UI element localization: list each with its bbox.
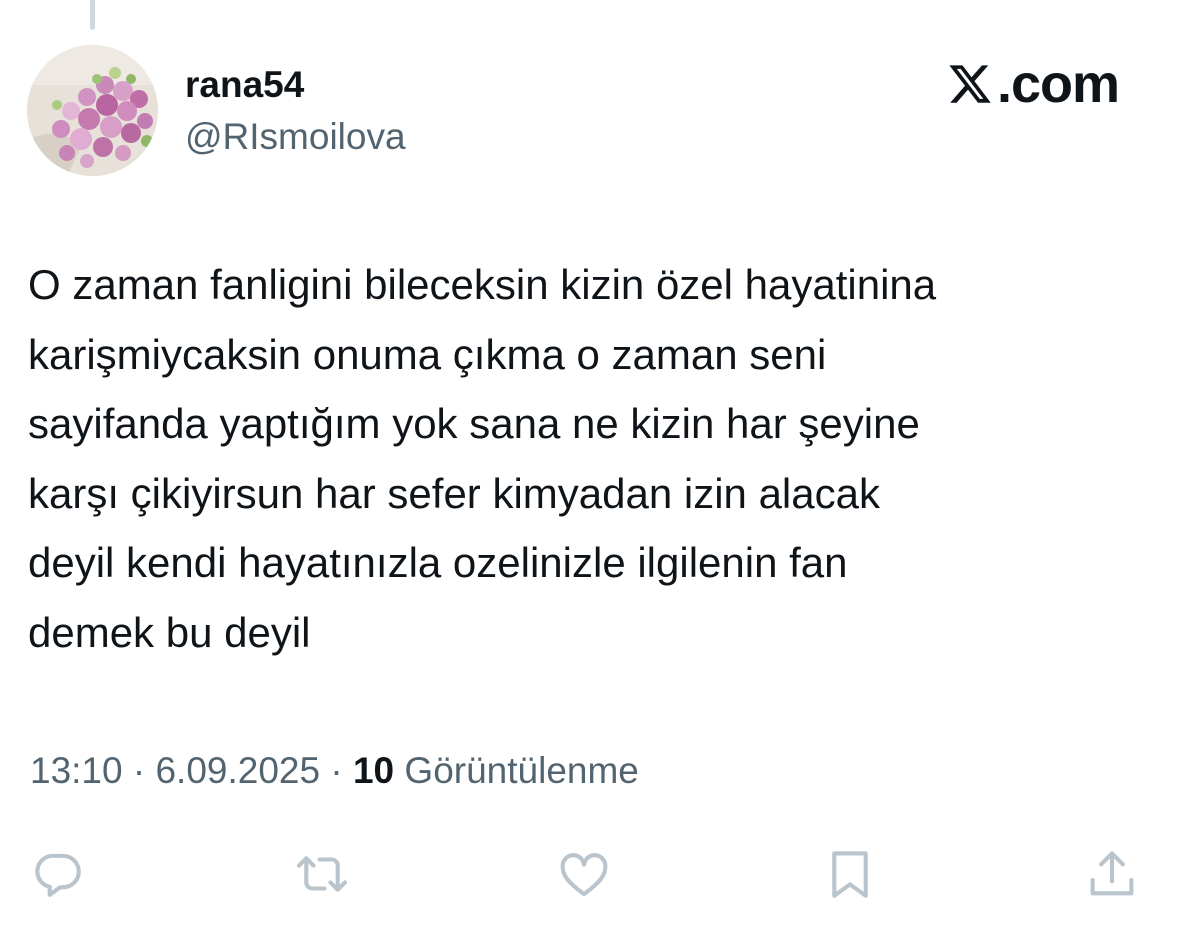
meta-separator: · <box>122 750 156 791</box>
avatar[interactable] <box>27 45 158 176</box>
share-button[interactable] <box>1080 842 1144 906</box>
x-brand-logo: .com <box>947 54 1120 114</box>
share-icon <box>1090 851 1134 896</box>
tweet-time[interactable]: 13:10 <box>30 750 123 791</box>
retweet-button[interactable] <box>290 842 354 906</box>
tweet-text-line: demek bu deyil <box>28 608 311 656</box>
rose-bouquet-avatar-icon <box>27 45 158 176</box>
reply-icon <box>35 853 81 897</box>
tweet-text-line: karişmiycaksin onuma çıkma o zaman seni <box>28 330 827 378</box>
meta-separator: · <box>320 750 353 791</box>
tweet-action-bar <box>0 842 1179 906</box>
bookmark-icon <box>832 851 868 898</box>
bookmark-button[interactable] <box>818 842 882 906</box>
author-display-name[interactable]: rana54 <box>185 64 304 106</box>
tweet-meta: 13:10 · 6.09.2025 · 10 Görüntülenme <box>30 750 639 792</box>
like-button[interactable] <box>552 842 616 906</box>
brand-domain-text: .com <box>996 54 1120 114</box>
views-count: 10 <box>352 750 395 791</box>
thread-connector-line <box>90 0 95 30</box>
author-handle[interactable]: @RIsmoilova <box>185 116 406 158</box>
tweet-text-line: deyil kendi hayatınızla ozelinizle ilgil… <box>28 539 848 586</box>
tweet-text-line: karşı çikiyirsun har sefer kimyadan izin… <box>28 469 880 517</box>
tweet-text-line: O zaman fanligini bileceksin kizin özel … <box>28 261 937 308</box>
tweet-date[interactable]: 6.09.2025 <box>155 750 320 791</box>
like-icon <box>560 853 608 897</box>
reply-button[interactable] <box>25 842 89 906</box>
tweet-text-line: sayifanda yaptığım yok sana ne kizin har… <box>28 400 920 447</box>
x-logo-icon <box>949 65 991 103</box>
tweet-text: O zaman fanligini bileceksin kizin özel … <box>28 250 1158 667</box>
views-label: Görüntülenme <box>394 750 639 791</box>
retweet-icon <box>296 856 348 892</box>
